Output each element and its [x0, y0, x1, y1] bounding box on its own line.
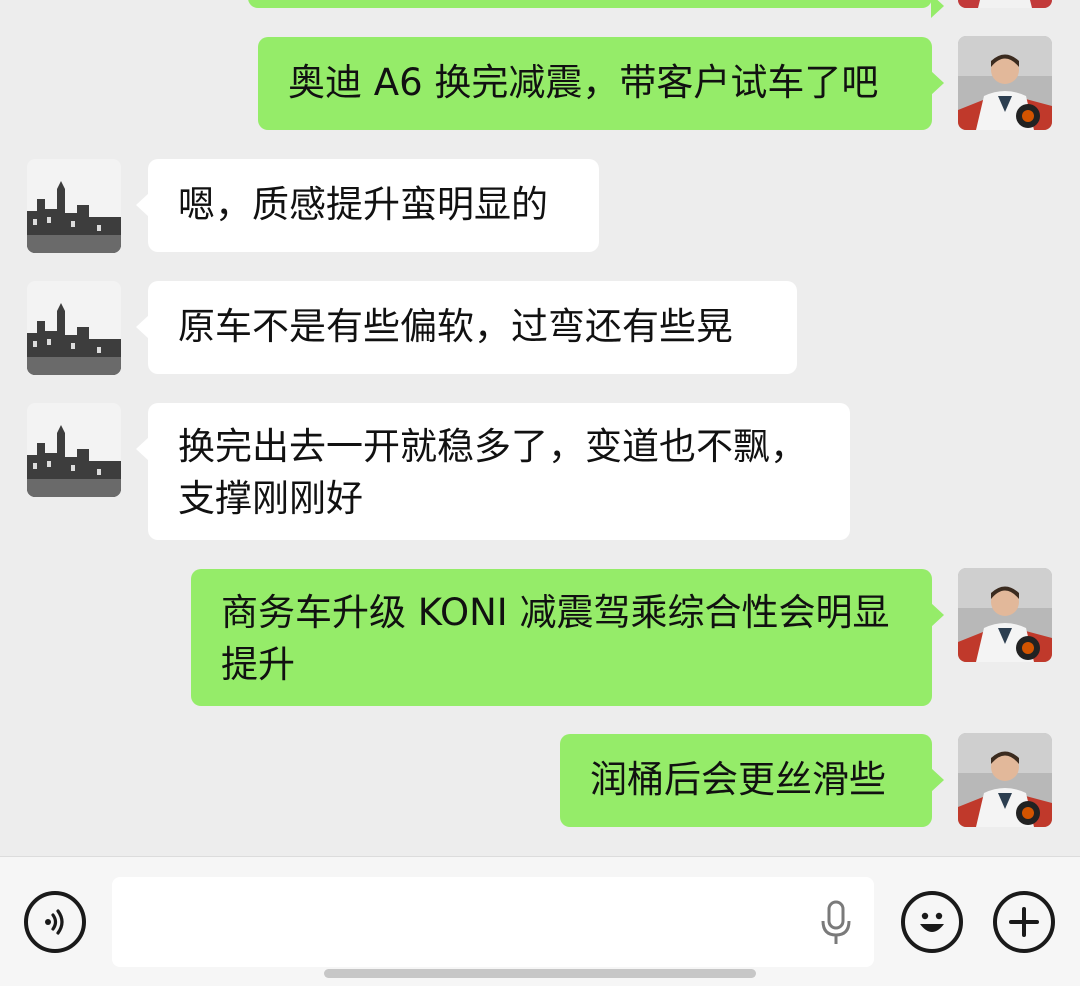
avatar-contact[interactable]: [27, 159, 121, 253]
emoji-icon[interactable]: [901, 891, 963, 953]
message-text-line: 提升: [221, 643, 295, 686]
input-toolbar: [0, 856, 1080, 986]
message-text: 嗯，质感提升蛮明显的: [178, 183, 548, 226]
avatar-self[interactable]: [958, 0, 1052, 8]
message-bubble-outgoing[interactable]: 奥迪 A6 换完减震，带客户试车了吧: [258, 37, 944, 130]
voice-icon[interactable]: [24, 891, 86, 953]
avatar-self[interactable]: [958, 568, 1052, 662]
avatar-contact[interactable]: [27, 281, 121, 375]
message-input[interactable]: [112, 877, 874, 967]
message-bubble-previous[interactable]: [248, 0, 944, 18]
message-text-line: 支撑刚刚好: [178, 477, 363, 520]
microphone-icon[interactable]: [816, 899, 856, 947]
message-text: 原车不是有些偏软，过弯还有些晃: [178, 305, 733, 348]
chat-area[interactable]: 奥迪 A6 换完减震，带客户试车了吧 嗯，质感提升蛮明显的 原车不是有些偏软，过…: [0, 0, 1080, 856]
plus-icon[interactable]: [993, 891, 1055, 953]
message-bubble-incoming[interactable]: 嗯，质感提升蛮明显的: [136, 159, 599, 252]
home-indicator: [324, 969, 756, 978]
message-text-line: 换完出去一开就稳多了，变道也不飘，: [178, 425, 807, 468]
message-bubble-incoming[interactable]: 换完出去一开就稳多了，变道也不飘， 支撑刚刚好: [136, 403, 850, 540]
message-text: 润桶后会更丝滑些: [590, 758, 886, 801]
message-bubble-outgoing[interactable]: 商务车升级 KONI 减震驾乘综合性会明显 提升: [191, 569, 944, 706]
message-text-line: 商务车升级 KONI 减震驾乘综合性会明显: [221, 591, 890, 634]
avatar-contact[interactable]: [27, 403, 121, 497]
message-bubble-outgoing[interactable]: 润桶后会更丝滑些: [560, 734, 944, 827]
avatar-self[interactable]: [958, 36, 1052, 130]
message-text: 奥迪 A6 换完减震，带客户试车了吧: [288, 61, 879, 104]
message-bubble-incoming[interactable]: 原车不是有些偏软，过弯还有些晃: [136, 281, 797, 374]
avatar-self[interactable]: [958, 733, 1052, 827]
